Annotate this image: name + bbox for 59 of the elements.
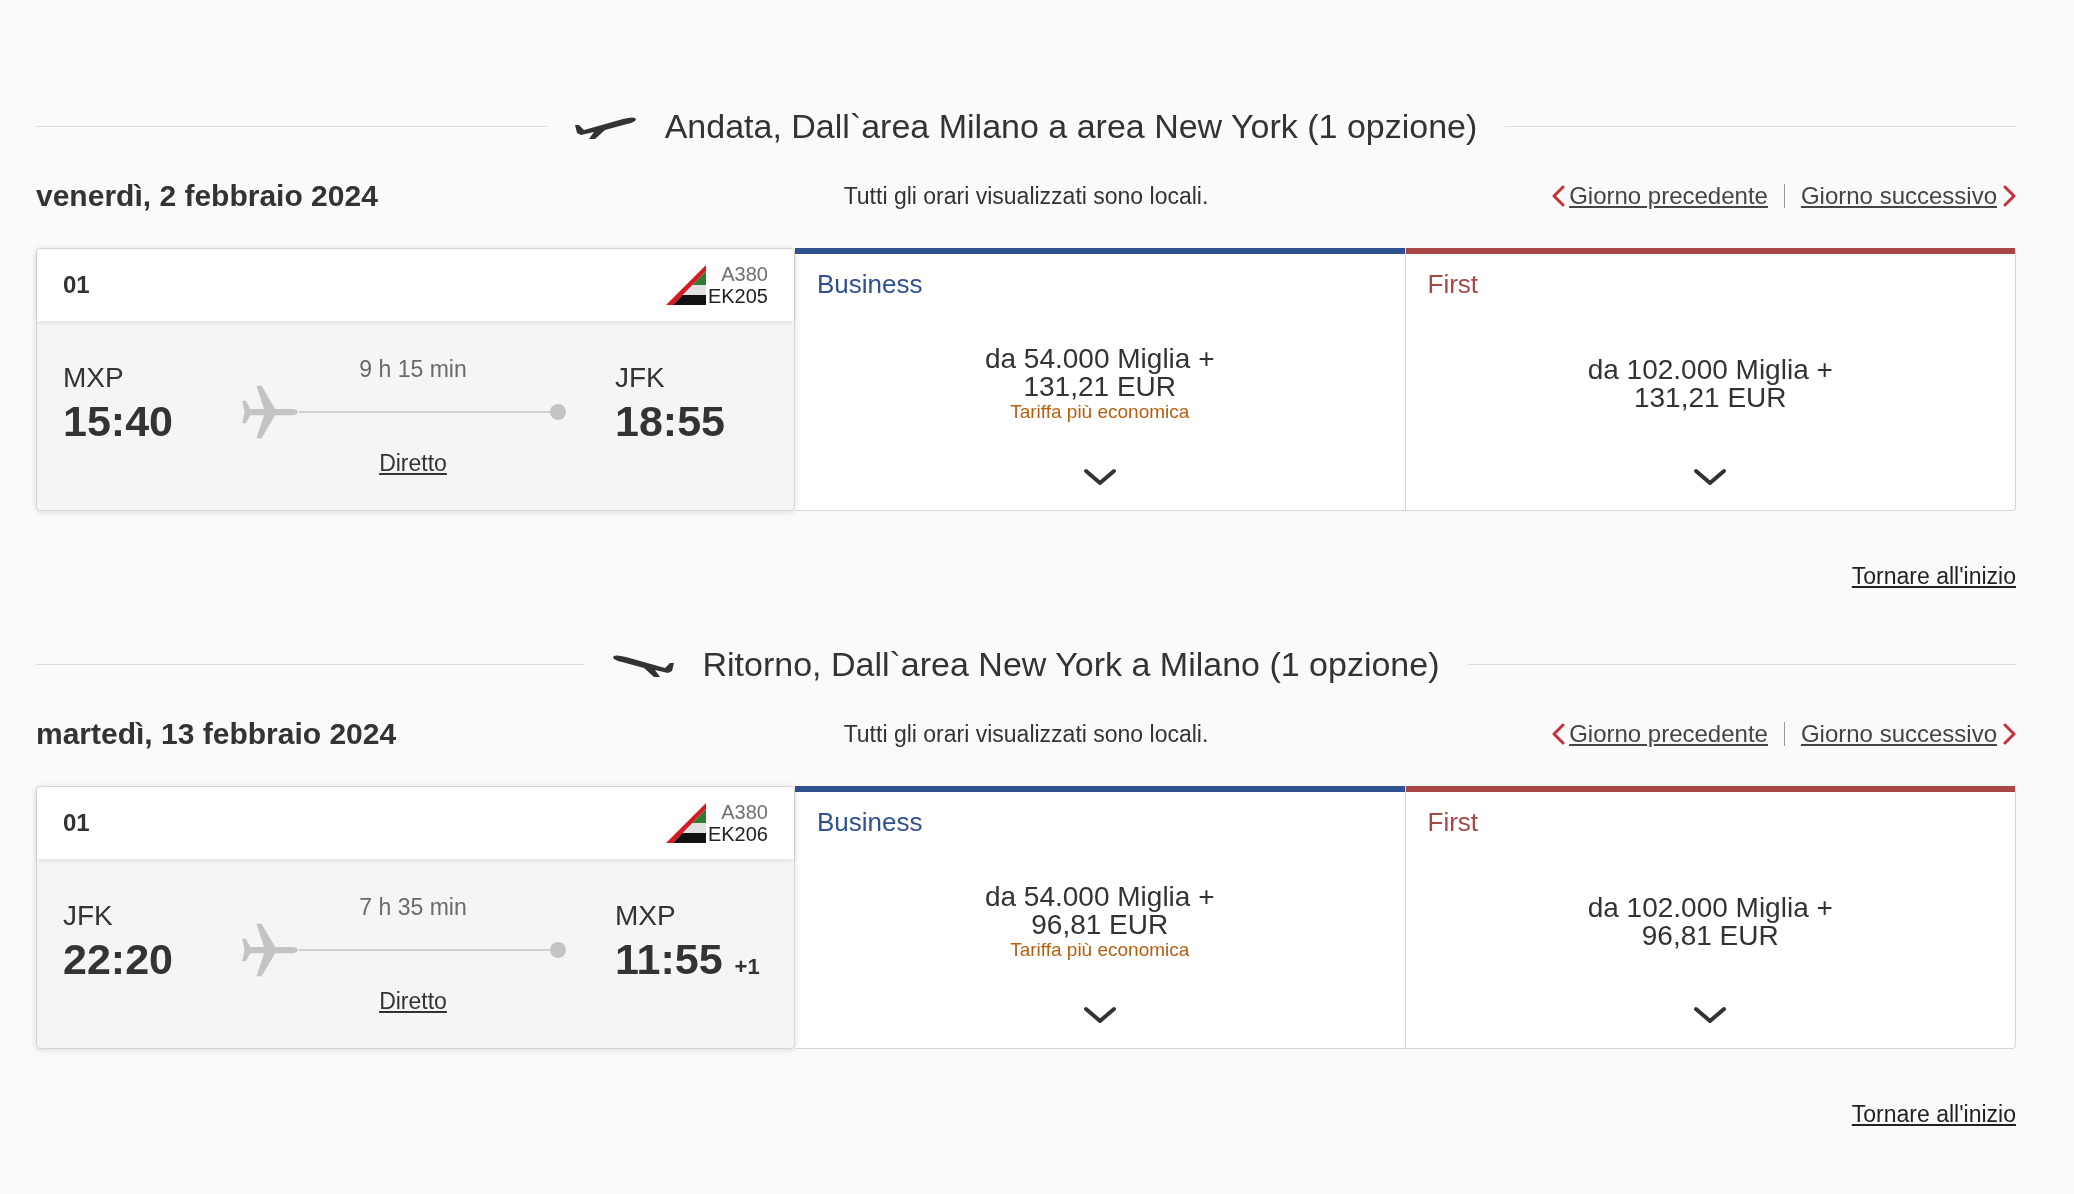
previous-day-link[interactable]: Giorno precedente: [1569, 178, 1768, 214]
chevron-left-icon[interactable]: [1552, 185, 1566, 207]
arrival-time: 11:55: [615, 935, 723, 983]
aircraft-type: A380: [721, 263, 768, 285]
option-number: 01: [63, 270, 90, 300]
fare-option[interactable]: Business da 54.000 Miglia + 131,21 EUR Tariffa più economica: [795, 248, 1405, 511]
option-number: 01: [63, 808, 90, 838]
airline-tail-logo-icon: [665, 265, 706, 305]
previous-day-link[interactable]: Giorno precedente: [1569, 716, 1768, 752]
cabin-label: First: [1427, 269, 1479, 299]
fare-option[interactable]: First da 102.000 Miglia + 131,21 EUR: [1404, 248, 2016, 511]
chevron-right-icon[interactable]: [2003, 185, 2016, 207]
aircraft-type: A380: [721, 801, 768, 823]
airline-tail-logo-icon: [665, 803, 706, 843]
section-title: Andata, Dall`area Milano a area New York (1 opzione): [664, 106, 1478, 146]
flight-number: EK206: [707, 823, 768, 845]
price-text: da 54.000 Miglia + 96,81 EUR: [984, 883, 1215, 939]
route-end-dot-icon: [550, 942, 566, 958]
direct-flight-link[interactable]: Diretto: [379, 449, 447, 477]
chevron-left-icon[interactable]: [1552, 723, 1566, 745]
departure-time: 15:40: [63, 397, 174, 445]
fare-option[interactable]: Business da 54.000 Miglia + 96,81 EUR Tariffa più economica: [795, 786, 1405, 1049]
cheapest-fare-label: Tariffa più economica: [1010, 939, 1190, 961]
departure-airport: MXP: [63, 361, 125, 395]
next-day-link[interactable]: Giorno successivo: [1800, 178, 1997, 214]
chevron-down-icon[interactable]: [1693, 1006, 1728, 1024]
flight-card[interactable]: 01 A380 EK205 MXP 15:40 9 h 15 min Diretto JFK 18:55: [36, 248, 795, 511]
cabin-label: Business: [817, 269, 923, 299]
flight-duration: 7 h 35 min: [359, 893, 467, 921]
flight-card[interactable]: 01 A380 EK206 JFK 22:20 7 h 35 min Diretto MXP 11:55 +1: [36, 786, 795, 1049]
route-end-dot-icon: [550, 404, 566, 420]
chevron-down-icon[interactable]: [1082, 468, 1117, 486]
cabin-label: First: [1427, 807, 1479, 837]
arrival-airport: MXP: [615, 899, 677, 933]
section-title: Ritorno, Dall`area New York a Milano (1 opzione): [702, 644, 1440, 684]
arrival-time: 18:55: [615, 397, 725, 445]
cabin-label: Business: [817, 807, 923, 837]
arrival-airport: JFK: [615, 361, 666, 395]
travel-date: martedì, 13 febbraio 2024: [36, 716, 397, 752]
back-to-top-link[interactable]: Tornare all'inizio: [1851, 562, 2016, 590]
cheapest-fare-label: Tariffa più economica: [1010, 401, 1190, 423]
chevron-down-icon[interactable]: [1082, 1006, 1117, 1024]
flight-number: EK205: [707, 285, 768, 307]
chevron-down-icon[interactable]: [1693, 468, 1728, 486]
fare-option[interactable]: First da 102.000 Miglia + 96,81 EUR: [1404, 786, 2016, 1049]
travel-date: venerdì, 2 febbraio 2024: [36, 178, 378, 214]
departure-airport: JFK: [63, 899, 114, 933]
back-to-top-link[interactable]: Tornare all'inizio: [1851, 1100, 2016, 1128]
price-text: da 102.000 Miglia + 131,21 EUR: [1587, 356, 1833, 412]
price-text: da 102.000 Miglia + 96,81 EUR: [1587, 894, 1833, 950]
next-day-link[interactable]: Giorno successivo: [1800, 716, 1997, 752]
day-offset-label: +1: [734, 953, 760, 981]
departure-time: 22:20: [63, 935, 174, 983]
local-times-note: Tutti gli orari visualizzati sono locali.: [843, 719, 1209, 749]
direct-flight-link[interactable]: Diretto: [379, 987, 447, 1015]
local-times-note: Tutti gli orari visualizzati sono locali.: [843, 181, 1209, 211]
price-text: da 54.000 Miglia + 131,21 EUR: [984, 345, 1215, 401]
flight-duration: 9 h 15 min: [359, 355, 467, 383]
chevron-right-icon[interactable]: [2003, 723, 2016, 745]
